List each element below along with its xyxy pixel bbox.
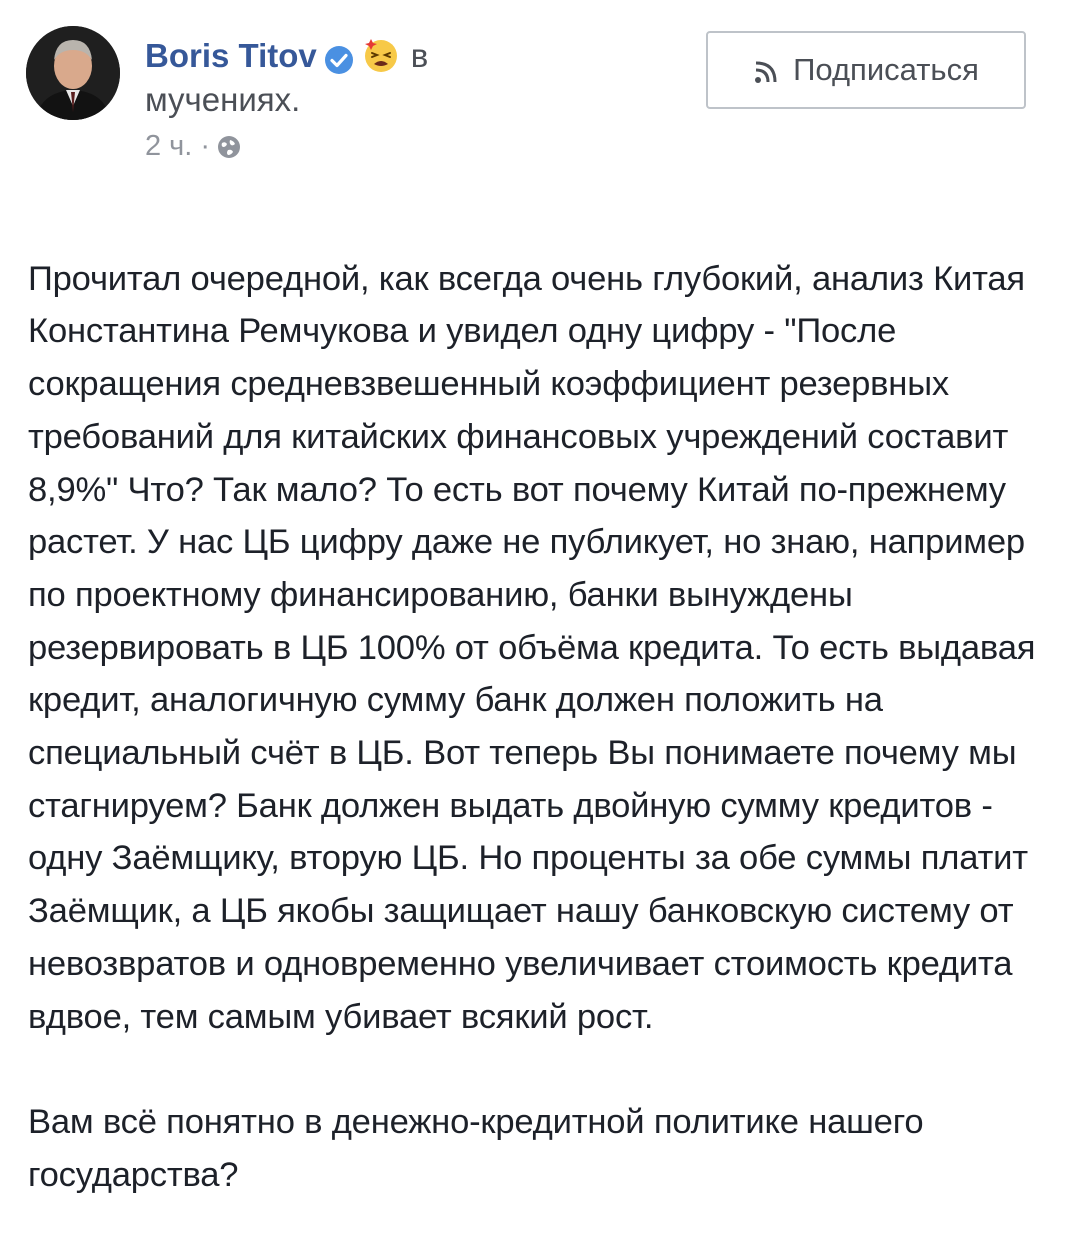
author-name-link[interactable]: Boris Titov [145, 37, 317, 74]
tired-face-emoji-icon [361, 34, 401, 74]
rss-icon [753, 57, 779, 83]
post-paragraph: Вам всё понятно в денежно-кредитной поли… [28, 1102, 924, 1194]
meta-separator: · [200, 130, 211, 162]
subscribe-button[interactable]: Подписаться [706, 31, 1026, 109]
post-meta: 2 ч. · [145, 130, 242, 163]
globe-icon[interactable] [216, 134, 242, 160]
feeling-label: мучениях. [145, 81, 301, 118]
avatar-photo [26, 26, 120, 120]
verified-badge-icon [323, 39, 355, 75]
author-avatar[interactable] [26, 26, 120, 120]
post-timestamp[interactable]: 2 ч. [145, 130, 192, 163]
subscribe-label: Подписаться [793, 52, 979, 87]
post-header: Boris Titov в мучениях. 2 ч. · Подписатьс… [0, 0, 1080, 180]
author-line: Boris Titov в мучениях. [145, 30, 685, 120]
post-paragraph: Прочитал очередной, как всегда очень глу… [28, 259, 1036, 1036]
post-text: Прочитал очередной, как всегда очень глу… [28, 200, 1058, 1254]
feeling-prefix: в [410, 37, 429, 74]
